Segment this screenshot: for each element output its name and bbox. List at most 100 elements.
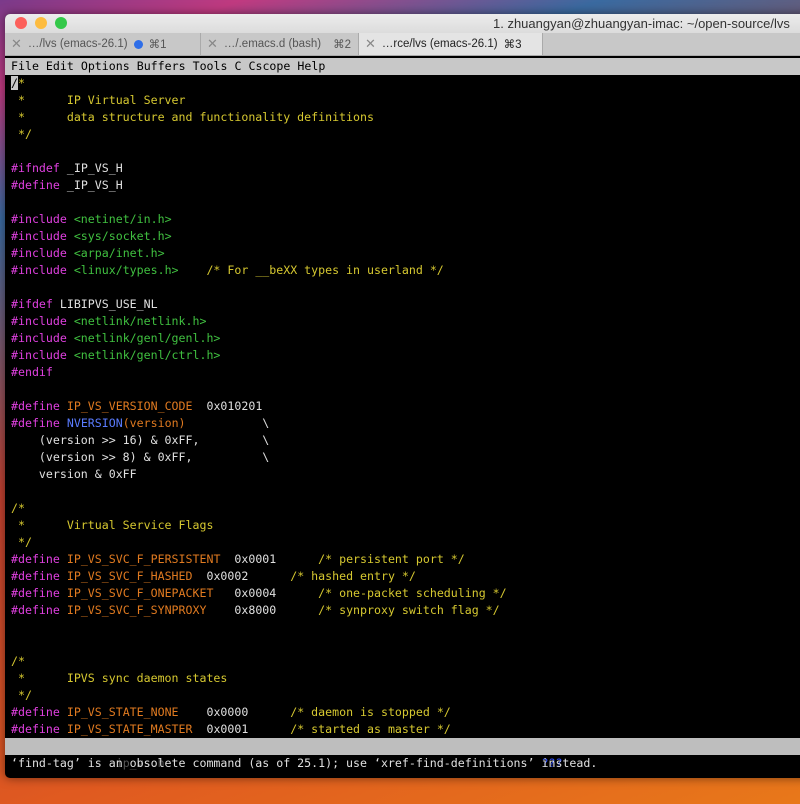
code-token: #define [11,569,60,583]
code-editor[interactable]: /* * IP Virtual Server * data structure … [11,75,800,738]
menu-options[interactable]: Options [81,59,130,73]
menu-c[interactable]: C [235,59,242,73]
menu-file[interactable]: File [11,59,39,73]
code-line: * Virtual Service Flags [11,517,800,534]
code-token: IP_VS_SVC_F_SYNPROXY [66,603,207,617]
code-token: /* persistent port */ [318,552,465,566]
text-cursor: / [11,76,18,90]
code-token: _IP_VS_H [59,178,123,192]
close-button[interactable] [15,17,27,29]
code-token: #define [11,603,60,617]
minimize-button[interactable] [35,17,47,29]
code-token: 0x0001 [220,552,319,566]
code-token: #include [11,246,67,260]
tab-3[interactable]: ✕ …rce/lvs (emacs-26.1) ⌘3 [359,33,543,55]
code-token: * IP Virtual Server [11,93,186,107]
code-line: #include <netlink/genl/genl.h> [11,330,800,347]
mode-suffix: ] --------------------------------------… [562,756,800,770]
code-line: #define IP_VS_VERSION_CODE 0x010201 [11,398,800,415]
close-tab-icon[interactable]: ✕ [207,36,218,52]
code-line: #define NVERSION(version) \ [11,415,800,432]
code-line: #define IP_VS_SVC_F_ONEPACKET 0x0004 /* … [11,585,800,602]
code-token: /* [11,654,25,668]
code-token: 0x8000 [206,603,319,617]
menu-bar: File Edit Options Buffers Tools C Cscope Help [5,58,800,75]
menu-tools[interactable]: Tools [193,59,228,73]
terminal-window: 1. zhuangyan@zhuangyan-imac: ~/open-sour… [5,14,800,778]
menu-buffers[interactable]: Buffers [137,59,186,73]
code-token: /* synproxy switch flag */ [318,603,500,617]
code-token: #define [11,178,60,192]
code-line: #define IP_VS_SVC_F_HASHED 0x0002 /* has… [11,568,800,585]
code-token: 0x0001 [192,722,291,736]
code-line: */ [11,687,800,704]
code-line: #define IP_VS_STATE_NONE 0x0000 /* daemo… [11,704,800,721]
code-line: #ifndef _IP_VS_H [11,160,800,177]
code-token: #include [11,263,67,277]
code-token: /* For __beXX types in userland */ [206,263,444,277]
code-token: /* one-packet scheduling */ [318,586,507,600]
code-token: <linux/types.h> [73,263,179,277]
code-token: 0x010201 [192,399,263,413]
code-line: version & 0xFF [11,466,800,483]
code-line: * data structure and functionality defin… [11,109,800,126]
code-line: #endif [11,364,800,381]
code-token: <netlink/genl/ctrl.h> [73,348,221,362]
code-token: IP_VS_STATE_NONE [66,705,179,719]
code-line: #define _IP_VS_H [11,177,800,194]
code-line: */ [11,126,800,143]
zoom-button[interactable] [55,17,67,29]
code-token: /* daemon is stopped */ [290,705,451,719]
tab-1[interactable]: ✕ …/lvs (emacs-26.1) ⌘1 [5,33,201,55]
code-token: 0x0004 [213,586,319,600]
code-token: (version) [122,416,186,430]
code-token: /* [11,501,25,515]
tab-label: …/.emacs.d (bash) [223,38,322,50]
tab-shortcut: ⌘2 [333,39,351,51]
code-token: */ [11,535,32,549]
code-token: 0x0000 [178,705,291,719]
code-token: #include [11,331,67,345]
menu-edit[interactable]: Edit [46,59,74,73]
code-token: version & 0xFF [11,467,137,481]
code-token: IP_VS_SVC_F_PERSISTENT [66,552,221,566]
code-token: LIBIPVS_USE_NL [52,297,158,311]
code-line: #include <netinet/in.h> [11,211,800,228]
code-token: #define [11,705,60,719]
code-line: #ifdef LIBIPVS_USE_NL [11,296,800,313]
code-line: /* [11,653,800,670]
code-token: IP_VS_VERSION_CODE [66,399,193,413]
menu-cscope[interactable]: Cscope [248,59,290,73]
close-tab-icon[interactable]: ✕ [11,36,22,52]
code-token: IP_VS_SVC_F_HASHED [66,569,193,583]
tab-2[interactable]: ✕ …/.emacs.d (bash) ⌘2 [201,33,359,55]
code-line: /* [11,75,800,92]
code-line: #define IP_VS_SVC_F_PERSISTENT 0x0001 /*… [11,551,800,568]
code-token: <sys/socket.h> [73,229,172,243]
code-token: #include [11,229,67,243]
code-line: * IPVS sync daemon states [11,670,800,687]
code-token: * [17,76,25,90]
code-token: IP_VS_STATE_MASTER [66,722,193,736]
code-token: * IPVS sync daemon states [11,671,228,685]
code-token: * data structure and functionality defin… [11,110,374,124]
window-title: 1. zhuangyan@zhuangyan-imac: ~/open-sour… [493,16,790,31]
menu-help[interactable]: Help [297,59,325,73]
activity-dot-icon [133,39,143,49]
code-line: (version >> 16) & 0xFF, \ [11,432,800,449]
close-tab-icon[interactable]: ✕ [365,36,376,52]
code-line: */ [11,534,800,551]
code-token: #define [11,722,60,736]
